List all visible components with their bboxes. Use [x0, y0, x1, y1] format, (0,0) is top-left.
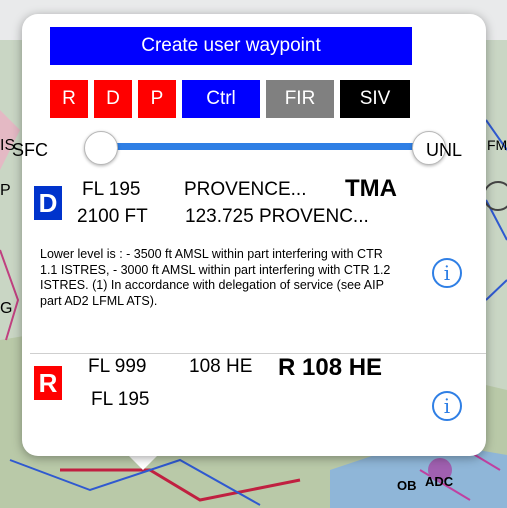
info-icon[interactable]: i	[432, 391, 462, 421]
lower-limit: FL 195	[91, 389, 150, 410]
airspace-notes: Lower level is : - 3500 ft AMSL within p…	[40, 247, 391, 308]
airspace-type: TMA	[345, 175, 397, 202]
altitude-min-handle[interactable]	[84, 131, 118, 165]
filter-chip-ctrl[interactable]: Ctrl	[182, 80, 260, 118]
filter-chip-r[interactable]: R	[50, 80, 88, 118]
altitude-range-track[interactable]	[102, 143, 418, 150]
map-label: ADC	[425, 474, 454, 489]
info-icon[interactable]: i	[432, 258, 462, 288]
map-label: G	[0, 300, 12, 317]
filter-chip-siv[interactable]: SIV	[340, 80, 410, 118]
airspace-name: 108 HE	[189, 356, 253, 377]
filter-chip-p[interactable]: P	[138, 80, 176, 118]
waypoint-popup: Create user waypoint R D P Ctrl FIR SIV …	[12, 14, 486, 456]
map-label: FM	[487, 137, 507, 153]
create-user-waypoint-button[interactable]: Create user waypoint	[50, 27, 412, 65]
airspace-name: PROVENCE...	[184, 179, 307, 200]
lower-limit: 2100 FT	[77, 206, 148, 227]
upper-limit: FL 195	[82, 179, 141, 200]
map-label: P	[0, 182, 11, 199]
upper-limit: FL 999	[88, 356, 147, 377]
map-label: OB	[397, 478, 417, 493]
result-divider	[30, 353, 486, 354]
airspace-class-badge-r: R	[34, 366, 62, 400]
altitude-max-label: UNL	[426, 140, 463, 160]
altitude-min-label: SFC	[12, 140, 48, 160]
filter-chip-d[interactable]: D	[94, 80, 132, 118]
airspace-class-badge-d: D	[34, 186, 62, 220]
airspace-frequency: 123.725 PROVENC...	[185, 206, 369, 227]
filter-chip-fir[interactable]: FIR	[266, 80, 334, 118]
airspace-type: R 108 HE	[278, 354, 383, 381]
